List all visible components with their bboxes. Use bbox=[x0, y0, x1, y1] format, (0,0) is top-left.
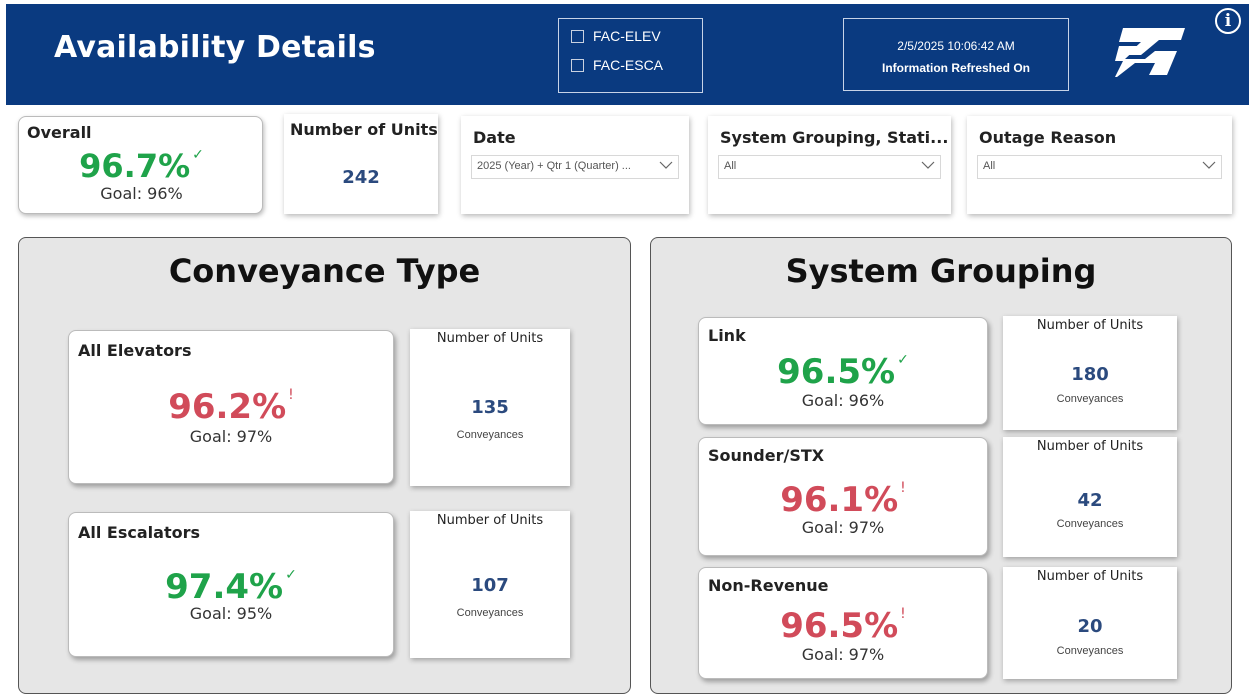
elevators-value-text: 96.2% bbox=[168, 387, 287, 427]
non-revenue-title: Non-Revenue bbox=[708, 576, 829, 595]
link-goal: Goal: 96% bbox=[801, 391, 885, 410]
non-revenue-units-value: 20 bbox=[1077, 616, 1103, 637]
overall-card: Overall 96.7% ✓ Goal: 96% bbox=[18, 116, 263, 214]
escalators-title: All Escalators bbox=[78, 523, 200, 542]
non-revenue-units-card: Number of Units 20 Conveyances bbox=[1003, 567, 1177, 679]
checkbox-icon[interactable] bbox=[571, 58, 584, 72]
refresh-info: 2/5/2025 10:06:42 AM Information Refresh… bbox=[843, 18, 1069, 91]
checkbox-icon[interactable] bbox=[571, 29, 584, 43]
sounder-card: Sounder/STX 96.1%! Goal: 97% bbox=[698, 437, 988, 556]
sounder-units-value: 42 bbox=[1077, 490, 1103, 511]
overall-goal: Goal: 96% bbox=[100, 184, 183, 203]
checkmark-icon: ✓ bbox=[192, 147, 204, 163]
non-revenue-value: 96.5%! bbox=[699, 606, 987, 646]
filter-option-label: FAC-ELEV bbox=[593, 28, 661, 44]
chevron-down-icon bbox=[659, 161, 673, 169]
system-slicer-label: System Grouping, Stati... bbox=[720, 128, 949, 147]
overall-label: Overall bbox=[27, 123, 92, 142]
overall-value: 96.7% ✓ bbox=[19, 147, 264, 185]
refresh-label: Information Refreshed On bbox=[881, 61, 1030, 75]
escalators-card: All Escalators 97.4% ✓ Goal: 95% bbox=[68, 512, 394, 657]
link-units-label: Number of Units bbox=[1036, 318, 1144, 333]
conveyance-filter: FAC-ELEV FAC-ESCA bbox=[558, 18, 703, 93]
sounder-goal: Goal: 97% bbox=[801, 518, 885, 537]
escalators-units-value: 107 bbox=[471, 575, 509, 596]
overall-value-text: 96.7% bbox=[79, 147, 191, 185]
units-total-card: Number of Units 242 bbox=[284, 114, 438, 214]
outage-slicer-label: Outage Reason bbox=[979, 128, 1117, 147]
link-units-value: 180 bbox=[1071, 364, 1109, 385]
elevators-title: All Elevators bbox=[78, 341, 192, 360]
elevators-units-card: Number of Units 135 Conveyances bbox=[410, 329, 570, 486]
system-dropdown-value: All bbox=[724, 160, 737, 172]
sounder-units-card: Number of Units 42 Conveyances bbox=[1003, 437, 1177, 557]
elevators-units-value: 135 bbox=[471, 397, 509, 418]
non-revenue-value-text: 96.5% bbox=[780, 606, 899, 646]
link-title: Link bbox=[708, 326, 746, 345]
chevron-down-icon bbox=[1202, 161, 1216, 169]
refresh-timestamp: 2/5/2025 10:06:42 AM bbox=[897, 39, 1015, 53]
escalators-goal: Goal: 95% bbox=[189, 604, 273, 623]
checkmark-icon: ✓ bbox=[897, 352, 909, 368]
chevron-down-icon bbox=[921, 161, 935, 169]
page-title: Availability Details bbox=[54, 30, 376, 65]
date-dropdown-value: 2025 (Year) + Qtr 1 (Quarter) ... bbox=[477, 160, 631, 172]
elevators-value: 96.2%! bbox=[69, 387, 393, 427]
units-total-label: Number of Units bbox=[290, 120, 438, 139]
elevators-goal: Goal: 97% bbox=[189, 427, 273, 446]
sounder-value: 96.1%! bbox=[699, 480, 987, 520]
outage-dropdown-value: All bbox=[983, 160, 996, 172]
sounder-title: Sounder/STX bbox=[708, 446, 825, 465]
sounder-value-text: 96.1% bbox=[780, 480, 899, 520]
filter-option-label: FAC-ESCA bbox=[593, 57, 664, 73]
date-slicer-label: Date bbox=[473, 128, 516, 147]
alert-icon: ! bbox=[288, 387, 294, 403]
system-dropdown[interactable]: All bbox=[718, 155, 941, 179]
date-slicer: Date 2025 (Year) + Qtr 1 (Quarter) ... bbox=[461, 116, 689, 214]
units-total-value: 242 bbox=[342, 167, 380, 188]
info-icon[interactable]: i bbox=[1215, 8, 1241, 34]
alert-icon: ! bbox=[900, 480, 906, 496]
elevators-units-sub: Conveyances bbox=[456, 429, 524, 441]
escalators-value: 97.4% ✓ bbox=[69, 567, 393, 607]
escalators-units-card: Number of Units 107 Conveyances bbox=[410, 511, 570, 658]
link-value-text: 96.5% bbox=[777, 352, 896, 392]
escalators-units-sub: Conveyances bbox=[456, 607, 524, 619]
link-card: Link 96.5% ✓ Goal: 96% bbox=[698, 317, 988, 425]
non-revenue-goal: Goal: 97% bbox=[801, 645, 885, 664]
escalators-value-text: 97.4% bbox=[165, 567, 284, 607]
link-value: 96.5% ✓ bbox=[699, 352, 987, 392]
alert-icon: ! bbox=[900, 606, 906, 622]
logo-icon bbox=[1115, 28, 1185, 77]
elevators-card: All Elevators 96.2%! Goal: 97% bbox=[68, 330, 394, 484]
sounder-units-label: Number of Units bbox=[1036, 439, 1144, 454]
outage-dropdown[interactable]: All bbox=[977, 155, 1222, 179]
filter-option-elev[interactable]: FAC-ELEV bbox=[571, 28, 661, 44]
sounder-units-sub: Conveyances bbox=[1056, 518, 1124, 530]
filter-option-esca[interactable]: FAC-ESCA bbox=[571, 57, 663, 73]
checkmark-icon: ✓ bbox=[285, 567, 297, 583]
escalators-units-label: Number of Units bbox=[436, 513, 544, 528]
outage-slicer: Outage Reason All bbox=[967, 116, 1232, 214]
system-grouping-panel-title: System Grouping bbox=[785, 252, 1097, 290]
non-revenue-units-label: Number of Units bbox=[1036, 569, 1144, 584]
link-units-sub: Conveyances bbox=[1056, 393, 1124, 405]
non-revenue-card: Non-Revenue 96.5%! Goal: 97% bbox=[698, 567, 988, 679]
conveyance-panel-title: Conveyance Type bbox=[168, 252, 481, 290]
system-slicer: System Grouping, Stati... All bbox=[708, 116, 951, 214]
link-units-card: Number of Units 180 Conveyances bbox=[1003, 316, 1177, 430]
non-revenue-units-sub: Conveyances bbox=[1056, 645, 1124, 657]
date-dropdown[interactable]: 2025 (Year) + Qtr 1 (Quarter) ... bbox=[471, 155, 679, 179]
elevators-units-label: Number of Units bbox=[436, 331, 544, 346]
